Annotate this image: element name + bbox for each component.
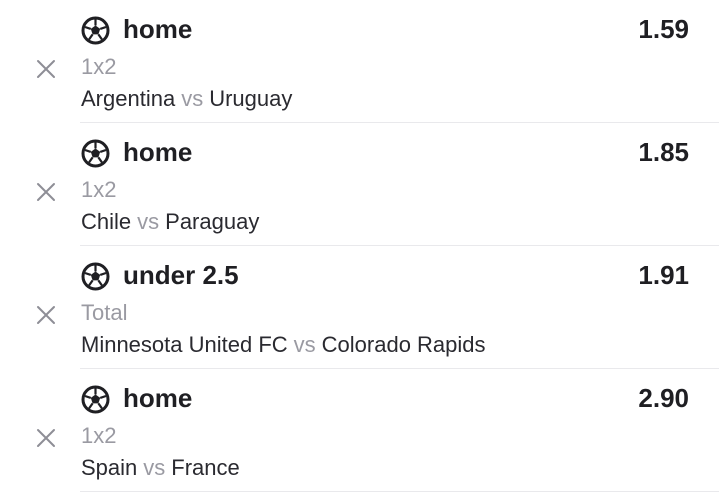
close-icon: [37, 306, 55, 324]
market-label: 1x2: [81, 423, 117, 448]
bet-slip-list: home 1.59 1x2 Argentina vs Uruguay home 1.…: [0, 0, 719, 497]
away-team: Paraguay: [165, 209, 260, 234]
selection-label: home: [123, 383, 193, 413]
divider: [80, 491, 719, 492]
event-label: Chile vs Paraguay: [81, 208, 259, 236]
vs-label: vs: [143, 455, 166, 480]
market-label: 1x2: [81, 177, 117, 202]
home-team: Argentina: [81, 86, 176, 111]
bet-item: home 1.85 1x2 Chile vs Paraguay: [0, 123, 719, 246]
away-team: France: [171, 455, 240, 480]
odds-value[interactable]: 1.91: [638, 258, 689, 292]
market-label: Total: [81, 300, 128, 325]
remove-bet-button[interactable]: [36, 182, 56, 202]
vs-label: vs: [293, 332, 316, 357]
remove-bet-button[interactable]: [36, 305, 56, 325]
selection-label: home: [123, 137, 193, 167]
home-team: Chile: [81, 209, 132, 234]
soccer-ball-icon: [81, 385, 110, 414]
close-icon: [37, 183, 55, 201]
soccer-ball-icon: [81, 262, 110, 291]
remove-bet-button[interactable]: [36, 428, 56, 448]
event-label: Argentina vs Uruguay: [81, 85, 292, 113]
odds-value[interactable]: 2.90: [638, 381, 689, 415]
close-icon: [37, 429, 55, 447]
odds-value[interactable]: 1.59: [638, 12, 689, 46]
soccer-ball-icon: [81, 16, 110, 45]
home-team: Minnesota United FC: [81, 332, 288, 357]
odds-value[interactable]: 1.85: [638, 135, 689, 169]
vs-label: vs: [137, 209, 160, 234]
bet-item: home 1.59 1x2 Argentina vs Uruguay: [0, 0, 719, 123]
vs-label: vs: [181, 86, 204, 111]
selection-label: home: [123, 14, 193, 44]
event-label: Spain vs France: [81, 454, 240, 482]
soccer-ball-icon: [81, 139, 110, 168]
remove-bet-button[interactable]: [36, 59, 56, 79]
bet-item: under 2.5 1.91 Total Minnesota United FC…: [0, 246, 719, 369]
market-label: 1x2: [81, 54, 117, 79]
bet-item: home 2.90 1x2 Spain vs France: [0, 369, 719, 492]
away-team: Uruguay: [209, 86, 293, 111]
home-team: Spain: [81, 455, 138, 480]
selection-label: under 2.5: [123, 260, 239, 290]
event-label: Minnesota United FC vs Colorado Rapids: [81, 331, 486, 359]
away-team: Colorado Rapids: [321, 332, 486, 357]
close-icon: [37, 60, 55, 78]
